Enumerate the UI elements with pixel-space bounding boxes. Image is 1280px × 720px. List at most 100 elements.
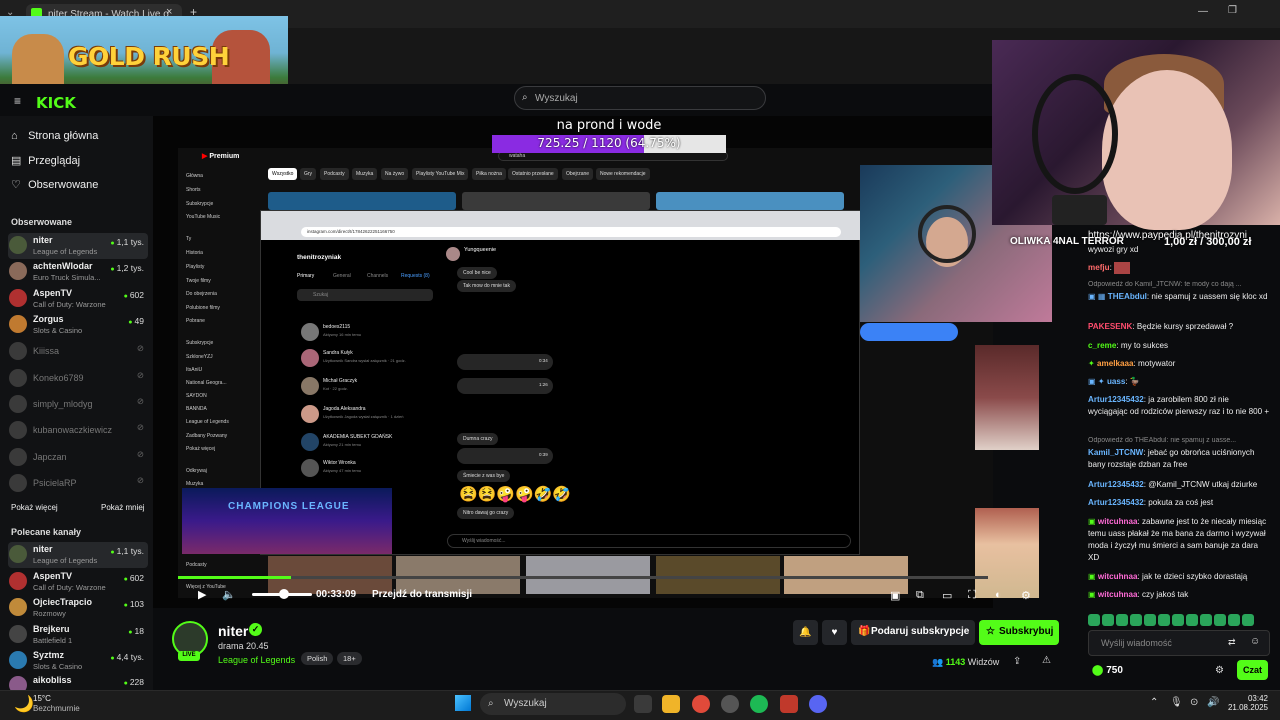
chat-user[interactable]: mefju — [1088, 263, 1110, 272]
followed-channel[interactable]: Zorgus Slots & Casino 49 — [8, 312, 148, 338]
fullscreen-icon[interactable]: ⛶ — [968, 589, 976, 602]
recommended-channel[interactable]: Brejkeru Battlefield 1 18 — [8, 622, 148, 648]
chat-user[interactable]: witcuhnaa — [1098, 590, 1138, 599]
recommended-channel[interactable]: aikobliss 228 — [8, 673, 148, 690]
chat-input[interactable]: Wyślij wiadomość — [1088, 630, 1270, 656]
weather-moon-icon[interactable]: 🌙 — [14, 694, 34, 714]
emote-icon[interactable] — [1088, 614, 1100, 626]
chat-user[interactable]: Artur12345432 — [1088, 395, 1144, 404]
translate-icon[interactable]: ⇄ — [1228, 637, 1236, 648]
youtube-side-item: Shorts — [186, 187, 201, 193]
tag-language[interactable]: Polish — [301, 652, 334, 665]
clip-icon[interactable]: ▣ — [890, 589, 900, 602]
emote-icon[interactable] — [1172, 614, 1184, 626]
network-icon[interactable]: ⊙ — [1190, 697, 1198, 708]
channel-name[interactable]: niter — [218, 623, 248, 639]
chat-user[interactable]: PAKESENK — [1088, 322, 1132, 331]
minimize-icon[interactable]: — — [1198, 6, 1208, 17]
emote-icon[interactable] — [1130, 614, 1142, 626]
youtube-side-item: Twoje filmy — [186, 278, 211, 284]
chat-user[interactable]: witcuhnaa — [1098, 517, 1138, 526]
recommended-channel[interactable]: Syztmz Slots & Casino 4,4 tys. — [8, 648, 148, 674]
recommended-channel[interactable]: AspenTV Call of Duty: Warzone 602 — [8, 569, 148, 595]
followed-channel-offline[interactable]: Kiiissa ⊘ — [8, 339, 148, 365]
settings-gear-icon[interactable]: ⚙ — [1021, 589, 1031, 602]
taskbar-clock[interactable]: 03:42 21.08.2025 — [1220, 694, 1268, 712]
recommended-channel[interactable]: niter League of Legends 1,1 tys. — [8, 542, 148, 568]
followed-channel[interactable]: niter League of Legends 1,1 tys. — [8, 233, 148, 259]
youtube-side-item: Główna — [186, 173, 203, 179]
windows-start-icon[interactable] — [455, 695, 471, 711]
tray-chevron-icon[interactable]: ⌃ — [1150, 697, 1158, 708]
pip-icon[interactable]: ⧉ — [916, 589, 924, 602]
chat-message: ✦ amelkaaa: motywator — [1088, 358, 1270, 370]
emote-icon[interactable] — [1228, 614, 1240, 626]
mic-icon[interactable]: 🎙 — [1170, 697, 1183, 708]
discord-icon[interactable] — [809, 695, 827, 713]
player-progress-track[interactable] — [178, 576, 988, 579]
chrome-icon[interactable] — [692, 695, 710, 713]
nav-browse[interactable]: ▤ Przeglądaj — [11, 154, 80, 167]
spotify-icon[interactable] — [750, 695, 768, 713]
emote-icon[interactable] — [1144, 614, 1156, 626]
emote-icon[interactable] — [1242, 614, 1254, 626]
emote-icon[interactable] — [1200, 614, 1212, 626]
nav-following[interactable]: ♡ Obserwowane — [11, 178, 98, 191]
followed-channel[interactable]: AspenTV Call of Duty: Warzone 602 — [8, 286, 148, 312]
chat-user[interactable]: amelkaaa — [1097, 359, 1133, 368]
volume-slider-handle[interactable] — [279, 589, 289, 599]
taskbar-search[interactable]: ⌕ Wyszukaj — [480, 693, 626, 715]
play-icon[interactable]: ▶ — [198, 588, 206, 601]
volume-icon[interactable]: 🔈 — [222, 588, 236, 601]
tag-mature[interactable]: 18+ — [337, 652, 362, 665]
menu-icon[interactable]: ≡ — [14, 94, 21, 108]
followed-channel-offline[interactable]: PsicielaRP ⊘ — [8, 471, 148, 497]
show-less-link[interactable]: Pokaż mniej — [101, 503, 145, 512]
followed-channel-offline[interactable]: simply_mlodyg ⊘ — [8, 392, 148, 418]
search-input[interactable]: ⌕ Wyszukaj — [514, 86, 766, 110]
emote-icon[interactable] — [1214, 614, 1226, 626]
emote-icon[interactable] — [1102, 614, 1114, 626]
share-icon[interactable]: ⇪ — [1013, 656, 1021, 667]
file-explorer-icon[interactable] — [662, 695, 680, 713]
recommended-channel[interactable]: OjciecTrapcio Rozmowy 103 — [8, 595, 148, 621]
jump-to-live-button[interactable]: Przejdź do transmisji — [372, 589, 472, 600]
emote-icon[interactable] — [1186, 614, 1198, 626]
task-view-icon[interactable] — [634, 695, 652, 713]
channel-points[interactable]: ⬤ 750 — [1092, 665, 1123, 676]
emote-quick-bar[interactable] — [1088, 613, 1270, 627]
followed-channel[interactable]: achtenWlodar Euro Truck Simula... 1,2 tys. — [8, 259, 148, 285]
gift-subscriptions-button[interactable]: 🎁 Podaruj subskrypcje — [851, 620, 975, 645]
avatar — [301, 459, 319, 477]
emote-icon[interactable] — [1116, 614, 1128, 626]
chat-user[interactable]: uass — [1107, 377, 1125, 386]
voicemod-icon[interactable] — [780, 695, 798, 713]
chat-settings-gear-icon[interactable]: ⚙ — [1215, 665, 1224, 676]
follow-heart-icon[interactable]: ♥ — [822, 620, 847, 645]
nav-home[interactable]: ⌂ Strona główna — [11, 130, 98, 142]
followed-channel-offline[interactable]: Japczan ⊘ — [8, 445, 148, 471]
quality-icon[interactable]: ◐ — [995, 589, 1002, 601]
chat-user[interactable]: c_reme — [1088, 341, 1116, 350]
kick-logo[interactable]: KICK — [36, 94, 76, 112]
notification-bell-icon[interactable]: 🔔 — [793, 620, 818, 645]
speaker-icon[interactable]: 🔊 — [1207, 697, 1219, 708]
theater-icon[interactable]: ▭ — [942, 589, 952, 602]
followed-channel-offline[interactable]: kubanowaczkiewicz ⊘ — [8, 418, 148, 444]
report-icon[interactable]: ⚠ — [1042, 655, 1051, 666]
subscribe-button[interactable]: ☆ Subskrybuj — [979, 620, 1059, 645]
stream-category-link[interactable]: League of Legends — [218, 655, 295, 665]
chat-user[interactable]: Artur12345432 — [1088, 498, 1144, 507]
live-badge: LIVE — [178, 651, 200, 661]
chat-user[interactable]: Kamil_JTCNW — [1088, 448, 1143, 457]
chat-user[interactable]: THEAbdul — [1108, 292, 1147, 301]
show-more-link[interactable]: Pokaż więcej — [11, 503, 58, 512]
chat-send-button[interactable]: Czat — [1237, 660, 1268, 680]
emoji-picker-icon[interactable]: ☺ — [1250, 636, 1260, 647]
emote-icon[interactable] — [1158, 614, 1170, 626]
chat-user[interactable]: witcuhnaa — [1098, 572, 1138, 581]
chat-user[interactable]: Artur12345432 — [1088, 480, 1144, 489]
obs-icon[interactable] — [721, 695, 739, 713]
maximize-icon[interactable]: ❐ — [1228, 5, 1237, 16]
followed-channel-offline[interactable]: Koneko6789 ⊘ — [8, 366, 148, 392]
